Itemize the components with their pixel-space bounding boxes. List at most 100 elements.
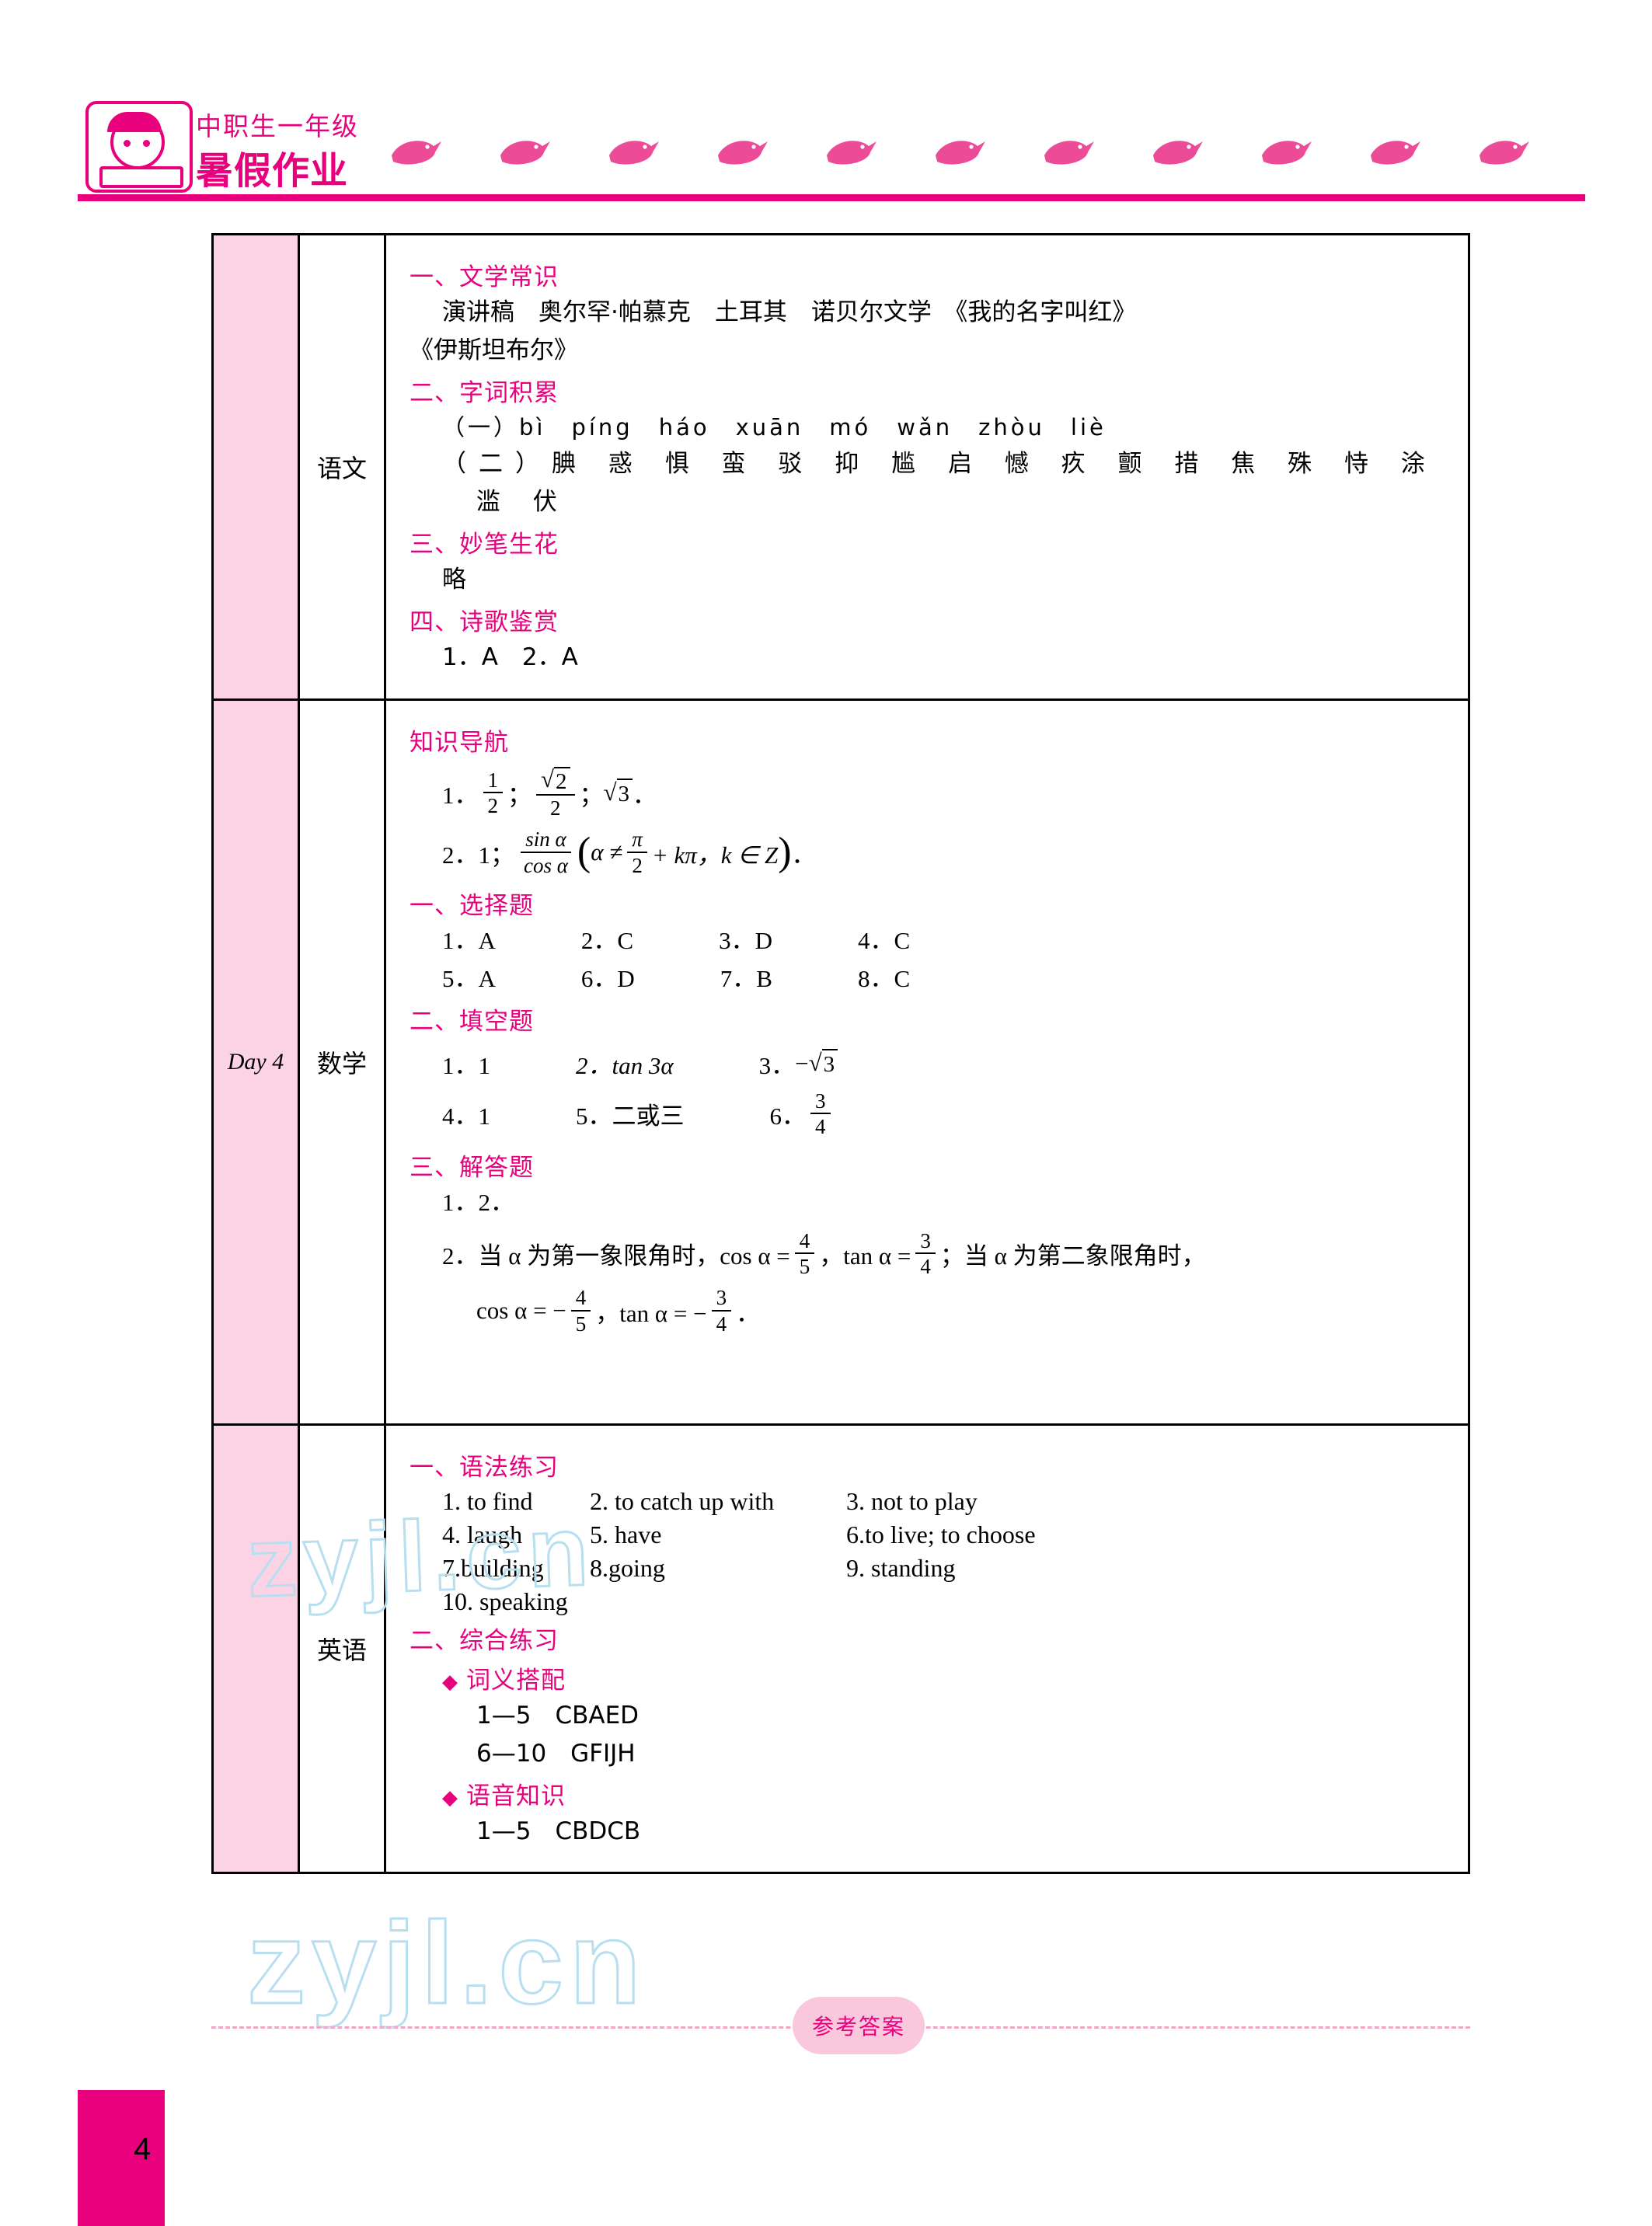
bird-icon [497, 132, 553, 172]
answer-item: 4. laugh [442, 1520, 523, 1548]
answer-line: cos α = − 4 5 ，tan α = − 3 4 ． [410, 1287, 1448, 1335]
numerator: 4 [794, 1229, 815, 1254]
bird-icon [1476, 132, 1532, 172]
day-cell: Day 4 [214, 700, 300, 1423]
subsection-heading: ◆ 语音知识 [410, 1776, 1448, 1811]
bird-icon [606, 132, 662, 172]
answer-item: 3. not to play [846, 1486, 978, 1515]
answer-item: 5. have [590, 1520, 662, 1548]
subject-label: 语文 [316, 453, 367, 483]
condition-b: + kπ，k ∈ Z [651, 841, 779, 869]
period: ． [791, 841, 816, 869]
section-heading: 三、解答题 [410, 1153, 534, 1182]
numerator: π [627, 828, 647, 853]
radicand: 3 [616, 779, 633, 807]
diamond-bullet-icon: ◆ [442, 1670, 458, 1694]
answer-item: 8.going [590, 1553, 665, 1582]
denominator: 4 [815, 1115, 826, 1139]
radicand: 2 [554, 766, 570, 793]
fill-item-label: 3． [758, 1052, 796, 1080]
answer-line: 滥 伏 [476, 487, 570, 516]
bird-icon [1259, 132, 1315, 172]
page-block-decoration [78, 2090, 165, 2226]
answer-line: 1—5 CBAED [476, 1701, 640, 1730]
table-row: 英语 一、语法练习 1. to find 2. to catch up with… [214, 1425, 1468, 1872]
denominator: cos α [524, 853, 568, 877]
choice-item: 4．C [857, 927, 911, 955]
section-heading: 一、选择题 [410, 892, 534, 921]
item-label: 2．1； [442, 841, 514, 869]
fraction: 3 4 [810, 1090, 831, 1138]
item-label: 1． [442, 782, 479, 810]
fraction: sin α cos α [519, 828, 573, 876]
answer-text: ；当 α 为第二象限角时， [939, 1242, 1206, 1270]
bird-icon [1041, 132, 1097, 172]
choice-item: 8．C [857, 965, 911, 993]
bird-icon [389, 132, 444, 172]
answers-table: 语文 一、文学常识 演讲稿 奥尔罕·帕慕克 土耳其 诺贝尔文学 《我的名字叫红》… [211, 233, 1470, 1875]
period: ． [633, 782, 657, 810]
answer-line: 4. laugh 5. have 6.to live; to choose [410, 1521, 1448, 1549]
answer-item: 1. to find [442, 1486, 533, 1515]
denominator: 2 [550, 796, 561, 820]
answer-text: cos α = − [476, 1297, 566, 1325]
choice-item: 7．B [720, 965, 772, 993]
answer-line: 2．当 α 为第一象限角时，cos α = 4 5 ，tan α = 3 4 ；… [410, 1229, 1448, 1278]
answer-text: 2．当 α 为第一象限角时，cos α = [442, 1242, 790, 1270]
denominator: 4 [716, 1312, 727, 1336]
fill-row: 1．1 2．tan 3α 3． − √ 3 [410, 1046, 1448, 1081]
nav-item-2: 2．1； sin α cos α ( α ≠ π 2 + kπ，k ∈ Z ) … [410, 828, 1448, 876]
fill-row: 4．1 5．二或三 6． 3 4 [410, 1090, 1448, 1138]
choice-row: 1．A 2．C 3．D 4．C [410, 924, 1448, 959]
denominator: 4 [920, 1254, 931, 1278]
denominator: 2 [632, 853, 643, 877]
fill-item-label: 6． [769, 1103, 807, 1130]
answer-item: 2. to catch up with [590, 1486, 775, 1515]
numerator: 3 [915, 1229, 936, 1254]
answer-line: （二）腆 惑 惧 蛮 驳 抑 尴 启 憾 疚 颤 措 焦 殊 恃 涂 [442, 449, 1438, 478]
right-paren: ) [778, 830, 792, 875]
brand-title: 暑假作业 [196, 151, 349, 192]
answer-line: 10. speaking [410, 1587, 1448, 1616]
answer-line: 1．A 2．A [442, 643, 578, 671]
day-label: Day 4 [227, 1048, 284, 1075]
choice-item: 3．D [719, 927, 772, 955]
page-header: 中职生一年级 暑假作业 [0, 0, 1652, 206]
page-number: 4 [134, 2132, 152, 2166]
sqrt-expression: √ 3 [809, 1049, 838, 1078]
answer-line: 《伊斯坦布尔》 [410, 336, 578, 364]
denominator: 2 [487, 794, 499, 818]
numerator: 3 [711, 1287, 732, 1312]
section-heading: 四、诗歌鉴赏 [410, 608, 559, 636]
watermark: zyjl.cn [246, 1897, 647, 2029]
fraction: 3 4 [711, 1287, 732, 1336]
choice-item: 2．C [580, 927, 634, 955]
fill-item: 5．二或三 [576, 1103, 685, 1130]
bird-decoration-row [389, 132, 1585, 186]
separator: ； [507, 782, 531, 810]
answer-line: 6—10 GFIJH [476, 1739, 636, 1768]
choice-row: 5．A 6．D 7．B 8．C [410, 962, 1448, 997]
subject-label: 英语 [316, 1636, 367, 1666]
diamond-bullet-icon: ◆ [442, 1785, 458, 1810]
subject-label: 数学 [316, 1048, 367, 1078]
subject-cell-math: 数学 [300, 700, 386, 1423]
numerator: √ 2 [536, 766, 575, 796]
fill-item: 1．1 [442, 1052, 490, 1080]
period: ． [736, 1299, 761, 1327]
section-heading: 知识导航 [410, 728, 509, 757]
numerator: 4 [570, 1287, 591, 1312]
condition-a: α ≠ [591, 838, 623, 866]
denominator: 5 [799, 1254, 810, 1278]
answer-line: 1．2． [442, 1188, 514, 1216]
section-heading: 一、文学常识 [410, 263, 559, 291]
answer-line: 1—5 CBDCB [476, 1817, 641, 1845]
subject-cell-chinese: 语文 [300, 235, 386, 698]
left-paren: ( [577, 830, 591, 875]
fraction: 3 4 [915, 1229, 936, 1278]
fraction: π 2 [627, 828, 647, 876]
numerator: 3 [810, 1090, 831, 1115]
section-heading: 一、语法练习 [410, 1453, 559, 1482]
english-answers: 一、语法练习 1. to find 2. to catch up with 3.… [386, 1426, 1468, 1872]
denominator: 5 [575, 1312, 587, 1336]
